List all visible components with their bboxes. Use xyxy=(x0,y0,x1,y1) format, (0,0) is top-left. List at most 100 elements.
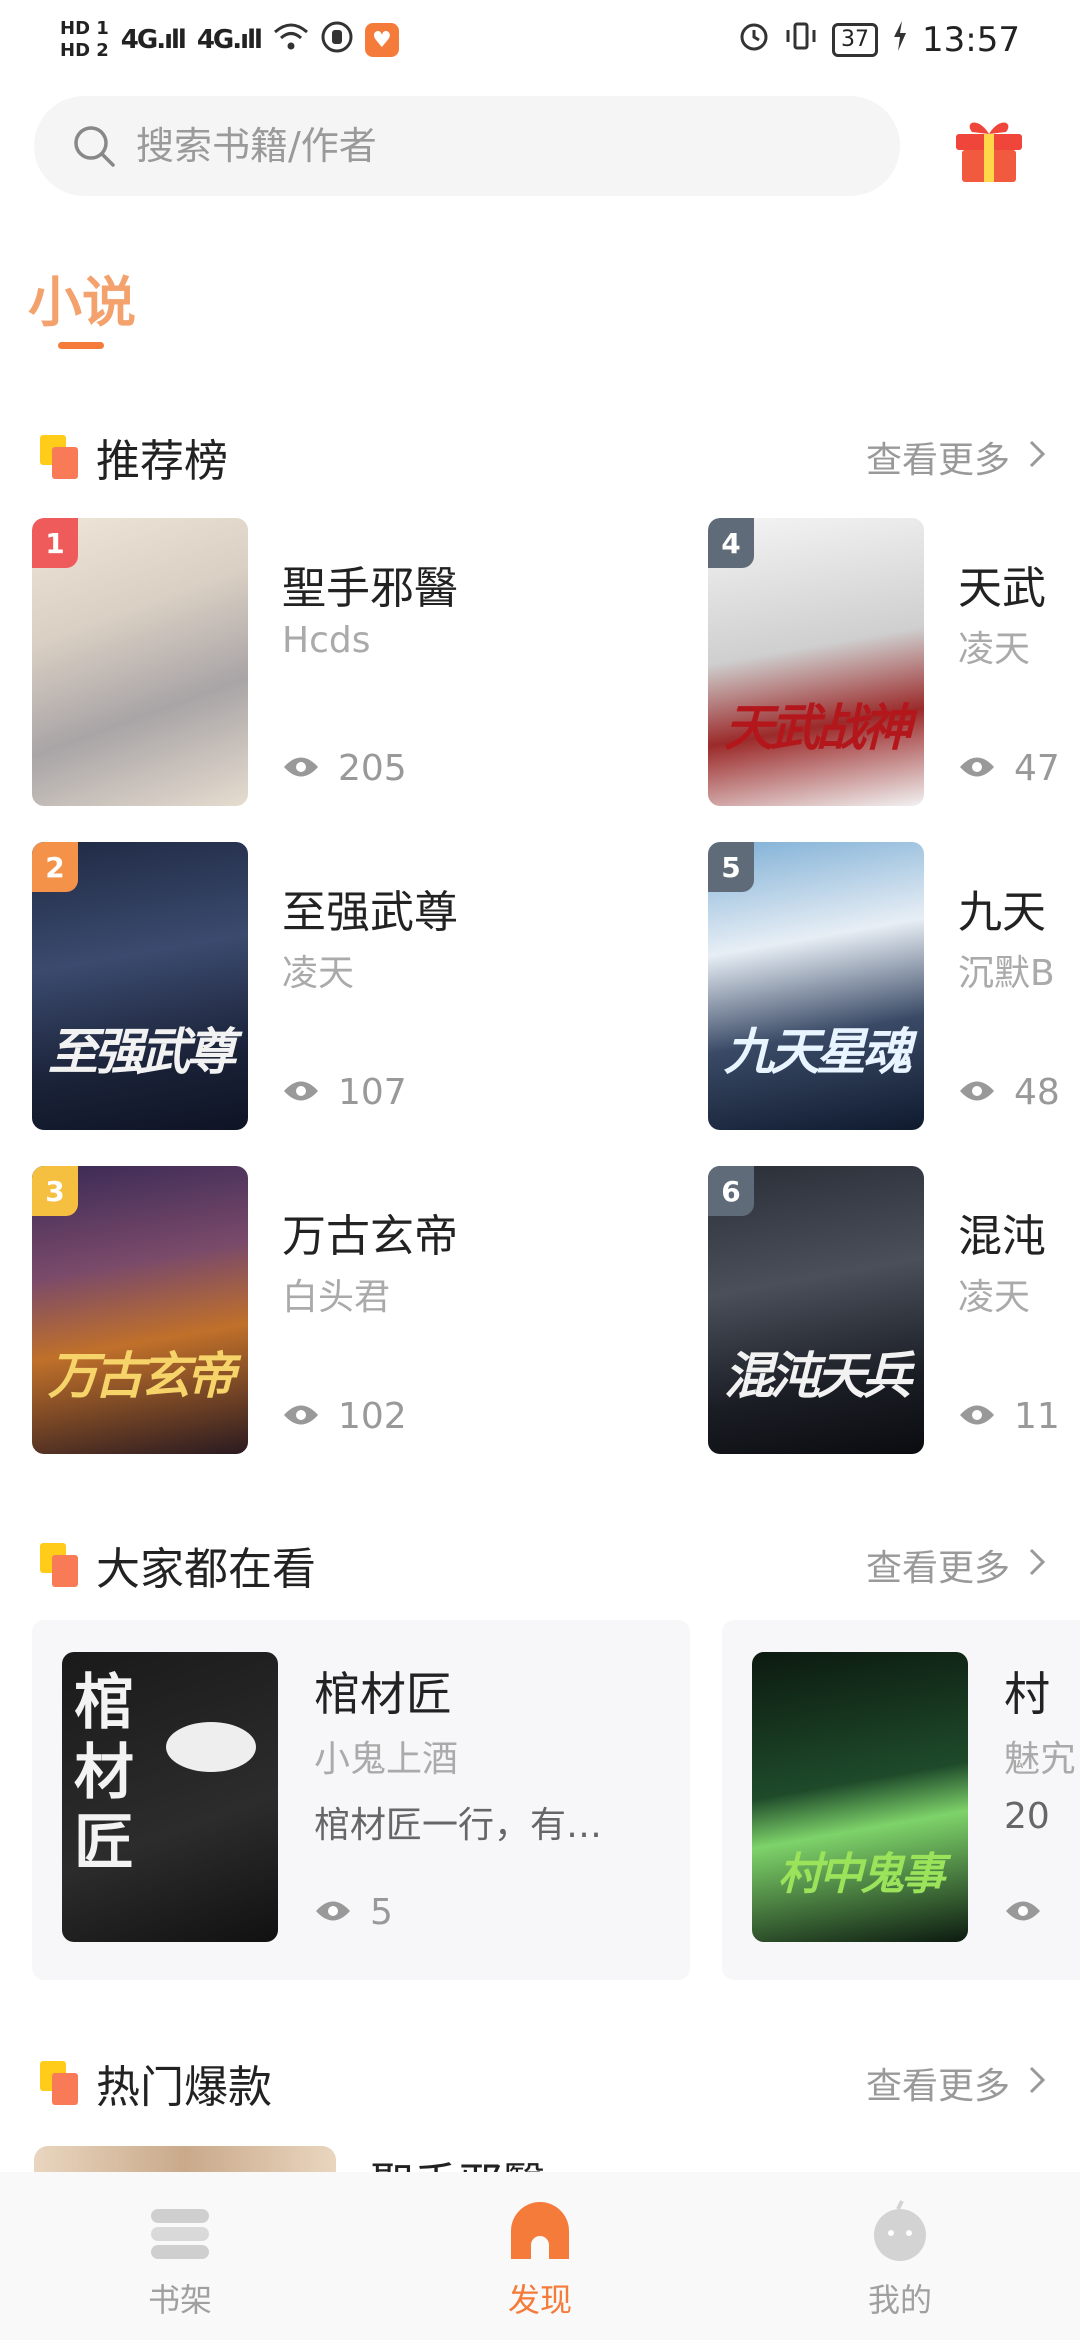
rank-badge: 2 xyxy=(32,842,78,892)
book-cover[interactable]: 6 混沌天兵 xyxy=(708,1166,924,1454)
rank-badge: 3 xyxy=(32,1166,78,1216)
cover-hat xyxy=(166,1722,256,1772)
everyone-more-link[interactable]: 查看更多 xyxy=(866,1539,1046,1591)
views-count: 205 xyxy=(338,748,407,789)
book-cover[interactable]: 3 万古玄帝 xyxy=(32,1166,248,1454)
app-notification-icon: ♥ xyxy=(364,23,399,57)
eye-icon xyxy=(314,1892,352,1933)
search-input[interactable] xyxy=(136,124,836,168)
eye-icon xyxy=(958,1396,996,1437)
book-cover[interactable]: 1 xyxy=(32,518,248,806)
vibrate-icon xyxy=(784,20,818,61)
nav-label: 书架 xyxy=(147,2281,212,2319)
book-views: 107 xyxy=(282,1072,407,1113)
recommend-more-link[interactable]: 查看更多 xyxy=(866,431,1046,483)
signal1-icon: 4G.ıll xyxy=(120,25,187,55)
book-title: 天武 xyxy=(958,563,1046,614)
chevron-right-icon xyxy=(1028,437,1046,478)
book-description: 棺材匠一行，有… xyxy=(314,1805,603,1846)
rank-badge: 1 xyxy=(32,518,78,568)
status-left: HD 1 HD 2 4G.ıll 4G.ıll ♥ xyxy=(60,18,399,62)
book-author: 白头君 xyxy=(282,1277,391,1318)
book-cover[interactable]: 2 至强武尊 xyxy=(32,842,248,1130)
wifi-icon xyxy=(273,22,309,58)
section-recommend-header: 推荐榜 查看更多 xyxy=(36,422,1046,492)
book-views: 5 xyxy=(314,1892,393,1933)
charging-icon xyxy=(892,20,908,60)
book-author: 魅宄 xyxy=(1004,1739,1077,1780)
hand-icon xyxy=(321,21,353,59)
chevron-right-icon xyxy=(1028,2063,1046,2104)
nav-discover[interactable]: 发现 xyxy=(360,2172,720,2340)
rank-badge: 5 xyxy=(708,842,754,892)
more-label: 查看更多 xyxy=(865,2066,1010,2107)
discover-icon xyxy=(505,2199,575,2269)
cover-title: 村中鬼事 xyxy=(778,1849,945,1900)
gift-icon[interactable] xyxy=(950,108,1028,186)
book-author: 沉默B xyxy=(958,953,1055,994)
book-title: 至强武尊 xyxy=(282,887,458,938)
alarm-icon xyxy=(738,20,770,61)
nav-label: 发现 xyxy=(507,2281,572,2319)
views-count: 47 xyxy=(1014,748,1060,789)
cover-title: 万古玄帝 xyxy=(48,1347,236,1405)
book-views: 102 xyxy=(282,1396,407,1437)
book-author: 小鬼上酒 xyxy=(314,1739,459,1780)
book-views: 205 xyxy=(282,748,407,789)
section-icon xyxy=(36,2059,80,2107)
book-cover[interactable]: 村中鬼事 xyxy=(752,1652,968,1942)
tab-novel[interactable]: 小说 xyxy=(28,258,136,337)
nav-label: 我的 xyxy=(867,2281,932,2319)
book-cover[interactable]: 4 天武战神 xyxy=(708,518,924,806)
book-cover[interactable]: 5 九天星魂 xyxy=(708,842,924,1130)
rank-item-3[interactable]: 3 万古玄帝 万古玄帝 白头君 102 xyxy=(32,1166,472,1458)
rank-badge: 6 xyxy=(708,1166,754,1216)
chevron-right-icon xyxy=(1028,1545,1046,1586)
book-views: 11 xyxy=(958,1396,1060,1437)
cover-title: 棺材匠 xyxy=(74,1668,134,1878)
section-icon xyxy=(36,433,80,481)
cover-title: 天武战神 xyxy=(724,699,912,757)
views-count: 48 xyxy=(1014,1072,1060,1113)
views-count: 107 xyxy=(338,1072,407,1113)
read-card-1[interactable]: 棺材匠 棺材匠 小鬼上酒 棺材匠一行，有… 5 xyxy=(32,1620,690,1980)
hot-more-link[interactable]: 查看更多 xyxy=(866,2057,1046,2109)
more-label: 查看更多 xyxy=(865,440,1010,481)
views-count: 5 xyxy=(370,1892,393,1933)
profile-icon xyxy=(865,2199,935,2269)
rank-item-5[interactable]: 5 九天星魂 九天 沉默B 48 xyxy=(708,842,1080,1134)
bookshelf-icon xyxy=(145,2199,215,2269)
section-title: 推荐榜 xyxy=(96,436,228,487)
rank-item-6[interactable]: 6 混沌天兵 混沌 凌天 11 xyxy=(708,1166,1080,1458)
book-title: 九天 xyxy=(958,887,1046,938)
more-label: 查看更多 xyxy=(865,1548,1010,1589)
search-bar[interactable] xyxy=(34,96,900,196)
rank-item-4[interactable]: 4 天武战神 天武 凌天 47 xyxy=(708,518,1080,810)
hd2-label: HD 2 xyxy=(60,40,109,61)
nav-mine[interactable]: 我的 xyxy=(720,2172,1080,2340)
search-icon xyxy=(72,124,116,168)
eye-icon xyxy=(958,748,996,789)
cover-title: 九天星魂 xyxy=(724,1023,912,1081)
rank-item-1[interactable]: 1 聖手邪醫 Hcds 205 xyxy=(32,518,472,810)
read-card-2[interactable]: 村中鬼事 村 魅宄 20 xyxy=(722,1620,1080,1980)
eye-icon xyxy=(282,1396,320,1437)
book-views xyxy=(1004,1892,1060,1933)
rank-item-2[interactable]: 2 至强武尊 至强武尊 凌天 107 xyxy=(32,842,472,1134)
section-icon xyxy=(36,1541,80,1589)
book-title: 万古玄帝 xyxy=(282,1211,458,1262)
section-hot-header: 热门爆款 查看更多 xyxy=(36,2048,1046,2118)
book-title: 村 xyxy=(1004,1667,1050,1721)
bottom-nav: 书架 发现 我的 xyxy=(0,2172,1080,2340)
nav-bookshelf[interactable]: 书架 xyxy=(0,2172,360,2340)
battery-level: 37 xyxy=(832,23,879,57)
clock-time: 13:57 xyxy=(922,20,1020,60)
views-count: 11 xyxy=(1014,1396,1060,1437)
book-views: 48 xyxy=(958,1072,1060,1113)
status-right: 37 13:57 xyxy=(738,20,1020,61)
book-cover[interactable]: 棺材匠 xyxy=(62,1652,278,1942)
book-author: 凌天 xyxy=(282,953,355,994)
eye-icon xyxy=(1004,1892,1042,1933)
book-author: 凌天 xyxy=(958,629,1031,670)
section-title: 大家都在看 xyxy=(96,1544,316,1595)
